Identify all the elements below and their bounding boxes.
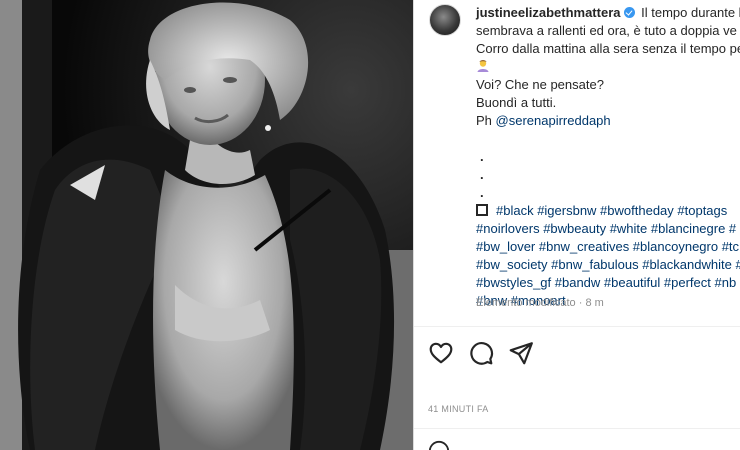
hashtag-line-5[interactable]: #bwstyles_gf #bandw #beautiful #perfect … <box>476 274 740 292</box>
verified-badge-icon <box>623 7 635 18</box>
caption-credit: Ph @serenapirreddaph <box>476 112 740 130</box>
comment-divider <box>414 428 740 429</box>
post-sidebar: justineelizabethmattera Il tempo durante… <box>414 0 740 450</box>
edited-label: Elemento modificato <box>476 297 576 309</box>
dot-1: . <box>480 149 484 164</box>
edited-separator: · <box>578 297 583 309</box>
edited-age: 8 m <box>585 297 604 309</box>
post-photo[interactable] <box>0 0 413 450</box>
hashtag-line-4[interactable]: #bw_society #bnw_fabulous #blackandwhite… <box>476 256 740 274</box>
username-link[interactable]: justineelizabethmattera <box>476 5 621 20</box>
post-caption: justineelizabethmattera Il tempo durante… <box>476 4 740 310</box>
caption-line-1: justineelizabethmattera Il tempo durante… <box>476 4 740 22</box>
paper-plane-icon[interactable] <box>508 340 534 366</box>
caption-text: Il tempo durante l <box>641 5 740 20</box>
edited-meta: Elemento modificato · 8 m <box>476 297 604 309</box>
person-emoji-icon <box>477 60 489 72</box>
post-timestamp[interactable]: 41 MINUTI FA <box>428 404 489 414</box>
section-divider <box>414 326 740 327</box>
dot-3: . <box>480 185 484 200</box>
comment-icon[interactable] <box>468 340 494 366</box>
hashtags[interactable]: #black #igersbnw #bwoftheday #toptags <box>496 203 727 218</box>
action-bar <box>428 340 534 366</box>
photographer-link[interactable]: @serenapirreddaph <box>496 113 611 128</box>
caption-line-4 <box>476 58 740 76</box>
hashtag-line-2[interactable]: #noirlovers #bwbeauty #white #blancinegr… <box>476 220 740 238</box>
avatar[interactable] <box>429 4 461 36</box>
caption-question: Voi? Che ne pensate? <box>476 77 604 92</box>
smiley-icon[interactable] <box>428 440 450 450</box>
post-photo-image <box>0 0 413 450</box>
heart-icon[interactable] <box>428 340 454 366</box>
caption-greeting: Buondì a tutti. <box>476 95 557 110</box>
caption-line-2: sembrava a rallenti ed ora, è tuto a dop… <box>476 23 737 38</box>
hashtag-line-1: #black #igersbnw #bwoftheday #toptags <box>476 202 740 220</box>
dot-2: . <box>480 167 484 182</box>
caption-line-3: Corro dalla mattina alla sera senza il t… <box>476 41 740 56</box>
hashtag-line-3[interactable]: #bw_lover #bnw_creatives #blancoynegro #… <box>476 238 740 256</box>
black-square-icon <box>476 204 488 216</box>
credit-prefix: Ph <box>476 113 492 128</box>
